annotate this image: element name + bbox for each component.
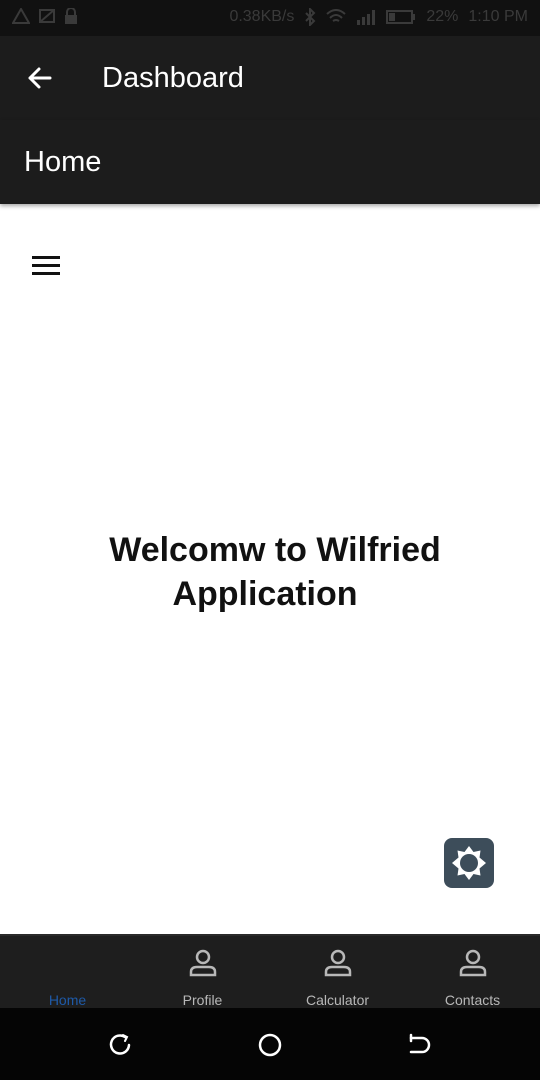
battery-icon xyxy=(386,10,416,24)
nav-item-profile[interactable]: Profile xyxy=(135,936,270,1010)
lock-icon xyxy=(65,8,77,24)
network-speed: 0.38KB/s xyxy=(229,8,295,25)
nav-item-contacts[interactable]: Contacts xyxy=(405,936,540,1010)
nav-item-calculator[interactable]: Calculator xyxy=(270,936,405,1010)
battery-percent: 22% xyxy=(426,8,459,25)
welcome-line-2: Application xyxy=(172,575,358,613)
nav-item-home[interactable]: Home xyxy=(0,936,135,1010)
nav-label-profile: Profile xyxy=(182,992,223,1008)
arrow-left-icon xyxy=(28,67,52,89)
system-navigation-bar xyxy=(0,1008,540,1080)
app-bar: Dashboard xyxy=(0,36,540,120)
warning-icon xyxy=(12,8,30,24)
person-icon xyxy=(459,949,486,977)
status-left-icons xyxy=(12,8,78,24)
page-title: Dashboard xyxy=(102,62,244,94)
theme-toggle-button[interactable] xyxy=(444,838,494,888)
home-circle-icon[interactable] xyxy=(255,1030,285,1060)
recents-icon[interactable] xyxy=(105,1030,135,1060)
home-icon xyxy=(53,948,83,978)
section-title: Home xyxy=(24,146,102,178)
nav-label-contacts: Contacts xyxy=(444,992,501,1008)
signal-icon xyxy=(357,10,376,25)
back-icon[interactable] xyxy=(405,1030,435,1060)
person-icon xyxy=(324,949,351,977)
menu-button[interactable] xyxy=(32,256,64,282)
section-header: Home xyxy=(0,120,540,204)
nav-label-home: Home xyxy=(48,992,87,1008)
back-button[interactable] xyxy=(22,60,58,96)
bluetooth-icon xyxy=(305,8,316,26)
clock: 1:10 PM xyxy=(468,8,528,25)
hamburger-menu-icon xyxy=(32,256,64,275)
nav-label-calculator: Calculator xyxy=(305,992,370,1008)
welcome-line-1: Welcomw to Wilfried xyxy=(109,531,441,569)
no-sim-icon xyxy=(39,9,55,23)
welcome-message: Welcomw to Wilfried Application xyxy=(0,528,540,616)
status-right-info: 0.38KB/s 22% 1:10 PM xyxy=(229,8,528,26)
brightness-icon xyxy=(452,846,486,880)
bottom-navigation: Home Profile Calculator Contacts xyxy=(0,934,540,1010)
person-icon xyxy=(189,949,216,977)
status-bar: 0.38KB/s 22% 1:10 PM xyxy=(0,0,540,36)
wifi-icon xyxy=(326,9,347,22)
